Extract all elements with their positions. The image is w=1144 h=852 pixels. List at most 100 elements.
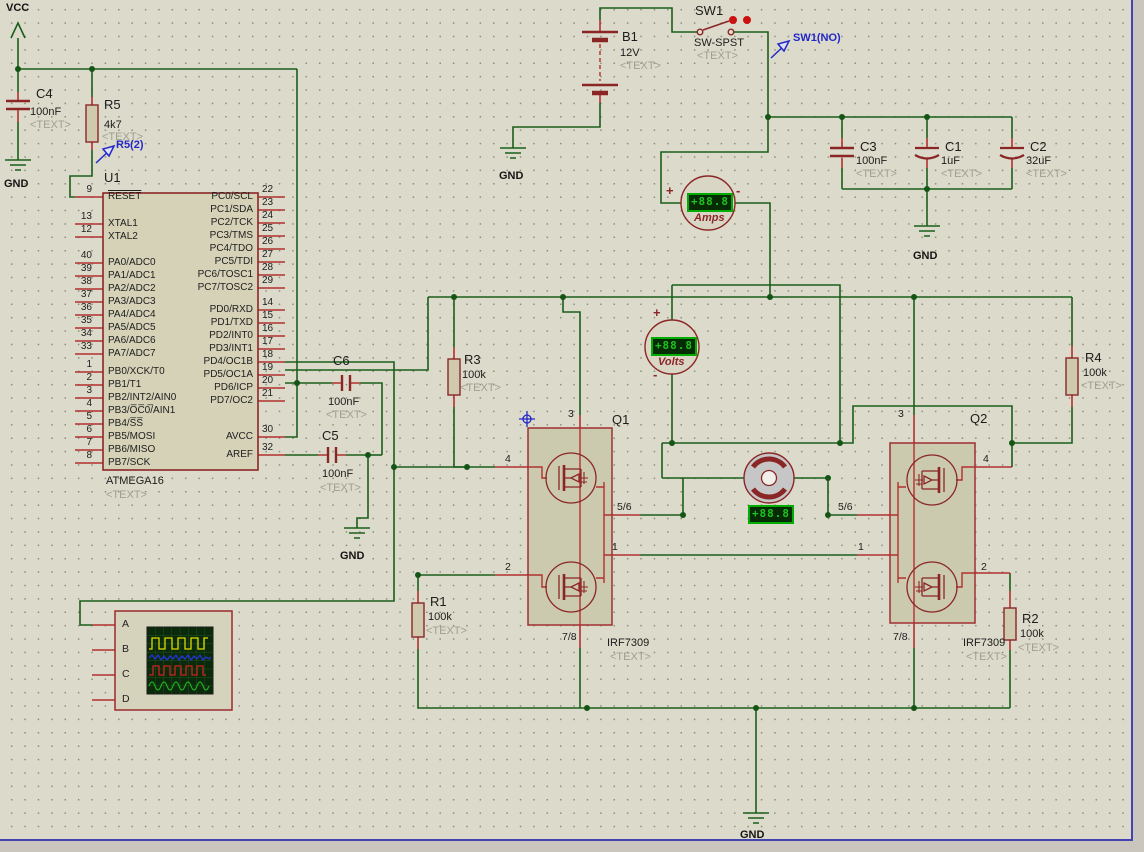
u1-pin-14-name: PD0/RXD	[148, 304, 253, 315]
u1-pin-9-number: 9	[68, 184, 92, 195]
c6-ref: C6	[333, 353, 350, 368]
u1-pin-21-number: 21	[262, 388, 286, 399]
u1-pin-5-number: 5	[68, 411, 92, 422]
gnd-label: GND	[340, 550, 364, 562]
sw1-device: SW-SPST	[694, 37, 744, 49]
c2-text: <TEXT>	[1026, 168, 1067, 180]
u1-pin-16-number: 16	[262, 323, 286, 334]
probe-cursors[interactable]	[96, 41, 789, 163]
voltmeter-display: +88.8	[651, 337, 697, 356]
r4-symbol	[1066, 358, 1078, 395]
c5-ref: C5	[322, 428, 339, 443]
vcc-label: VCC	[6, 2, 29, 14]
u1-pin-8-name: PB7/SCK	[108, 457, 150, 468]
r2-symbol	[1004, 608, 1016, 640]
r5-probe-cursor	[96, 146, 114, 163]
motor-symbol[interactable]	[744, 453, 794, 503]
u1-text: <TEXT>	[106, 489, 147, 501]
ammeter-minus: -	[736, 183, 740, 198]
c3-symbol	[830, 148, 854, 156]
voltmeter-label: Volts	[658, 356, 685, 368]
q2-pin1-label: 1	[858, 541, 864, 553]
c6-value: 100nF	[328, 396, 359, 408]
r5-value: 4k7	[104, 119, 122, 131]
r1-ref: R1	[430, 594, 447, 609]
u1-pin-12-name: XTAL2	[108, 231, 138, 242]
sw1-indicator-dot	[743, 16, 751, 24]
b1-symbol[interactable]	[582, 32, 618, 93]
u1-pin-39-number: 39	[68, 263, 92, 274]
r1-symbol	[412, 603, 424, 637]
u1-pin-13-name: XTAL1	[108, 218, 138, 229]
r5-ref: R5	[104, 97, 121, 112]
gnd-label: GND	[913, 250, 937, 262]
u1-pin-40-number: 40	[68, 250, 92, 261]
u1-pin-30-number: 30	[262, 424, 286, 435]
q2-pin78-label: 7/8	[893, 631, 908, 643]
u1-pin-7-number: 7	[68, 437, 92, 448]
c1-symbol	[915, 148, 939, 159]
gnd-label: GND	[4, 178, 28, 190]
r4-text: <TEXT>	[1081, 380, 1122, 392]
u1-pin-23-name: PC1/SDA	[148, 204, 253, 215]
c2-value: 32uF	[1026, 155, 1051, 167]
c2-ref: C2	[1030, 139, 1047, 154]
sw1-text: <TEXT>	[697, 50, 738, 62]
motor-display: +88.8	[748, 505, 794, 524]
r4-value: 100k	[1083, 367, 1107, 379]
gnd-label: GND	[740, 829, 764, 841]
c6-symbol	[342, 375, 350, 391]
u1-pin-9-name: RESET	[108, 191, 141, 202]
c3-value: 100nF	[856, 155, 887, 167]
u1-pin-18-number: 18	[262, 349, 286, 360]
u1-pin-26-number: 26	[262, 236, 286, 247]
q2-pin2-label: 2	[981, 561, 987, 573]
u1-pin-23-number: 23	[262, 197, 286, 208]
scope-input-d-label: D	[122, 693, 130, 705]
q1-pin4-label: 4	[505, 453, 511, 465]
sw1-ref: SW1	[695, 3, 723, 18]
u1-pin-12-number: 12	[68, 224, 92, 235]
voltmeter-plus: +	[653, 305, 661, 320]
r5-probe-label: R5(2)	[116, 139, 144, 151]
u1-pin-5-name: PB4/S̅S̅	[108, 418, 143, 429]
u1-pin-21-name: PD7/OC2	[148, 395, 253, 406]
u1-pin-30-name: AVCC	[148, 431, 253, 442]
c1-text: <TEXT>	[941, 168, 982, 180]
u1-pin-29-number: 29	[262, 275, 286, 286]
r3-symbol	[448, 359, 460, 395]
q2-pin56-label: 5/6	[838, 501, 853, 513]
c4-ref: C4	[36, 86, 53, 101]
u1-pin-3-number: 3	[68, 385, 92, 396]
u1-pin-15-name: PD1/TXD	[148, 317, 253, 328]
oscilloscope-symbol[interactable]	[115, 611, 232, 710]
c4-text: <TEXT>	[30, 119, 71, 131]
u1-pin-25-number: 25	[262, 223, 286, 234]
u1-pin-24-number: 24	[262, 210, 286, 221]
u1-pin-4-number: 4	[68, 398, 92, 409]
u1-pin-19-number: 19	[262, 362, 286, 373]
u1-pin-28-name: PC6/TOSC1	[148, 269, 253, 280]
u1-pin-20-name: PD6/ICP	[148, 382, 253, 393]
q1-device: IRF7309	[607, 637, 649, 649]
gnd-label: GND	[499, 170, 523, 182]
r4-ref: R4	[1085, 350, 1102, 365]
r3-ref: R3	[464, 352, 481, 367]
q2-pin4-label: 4	[983, 453, 989, 465]
u1-device: ATMEGA16	[106, 475, 164, 487]
q1-pin78-label: 7/8	[562, 631, 577, 643]
u1-pin-28-number: 28	[262, 262, 286, 273]
u1-pin-17-name: PD3/INT1	[148, 343, 253, 354]
sw1-probe-cursor	[771, 41, 789, 58]
vcc-symbol[interactable]	[11, 23, 25, 38]
u1-pin-1-number: 1	[68, 359, 92, 370]
c5-symbol	[328, 447, 336, 463]
u1-pin-8-number: 8	[68, 450, 92, 461]
u1-pin-37-number: 37	[68, 289, 92, 300]
u1-pin-20-number: 20	[262, 375, 286, 386]
u1-pin-15-number: 15	[262, 310, 286, 321]
r3-value: 100k	[462, 369, 486, 381]
q2-device: IRF7309	[963, 637, 1005, 649]
u1-pin-38-number: 38	[68, 276, 92, 287]
u1-pin-33-number: 33	[68, 341, 92, 352]
